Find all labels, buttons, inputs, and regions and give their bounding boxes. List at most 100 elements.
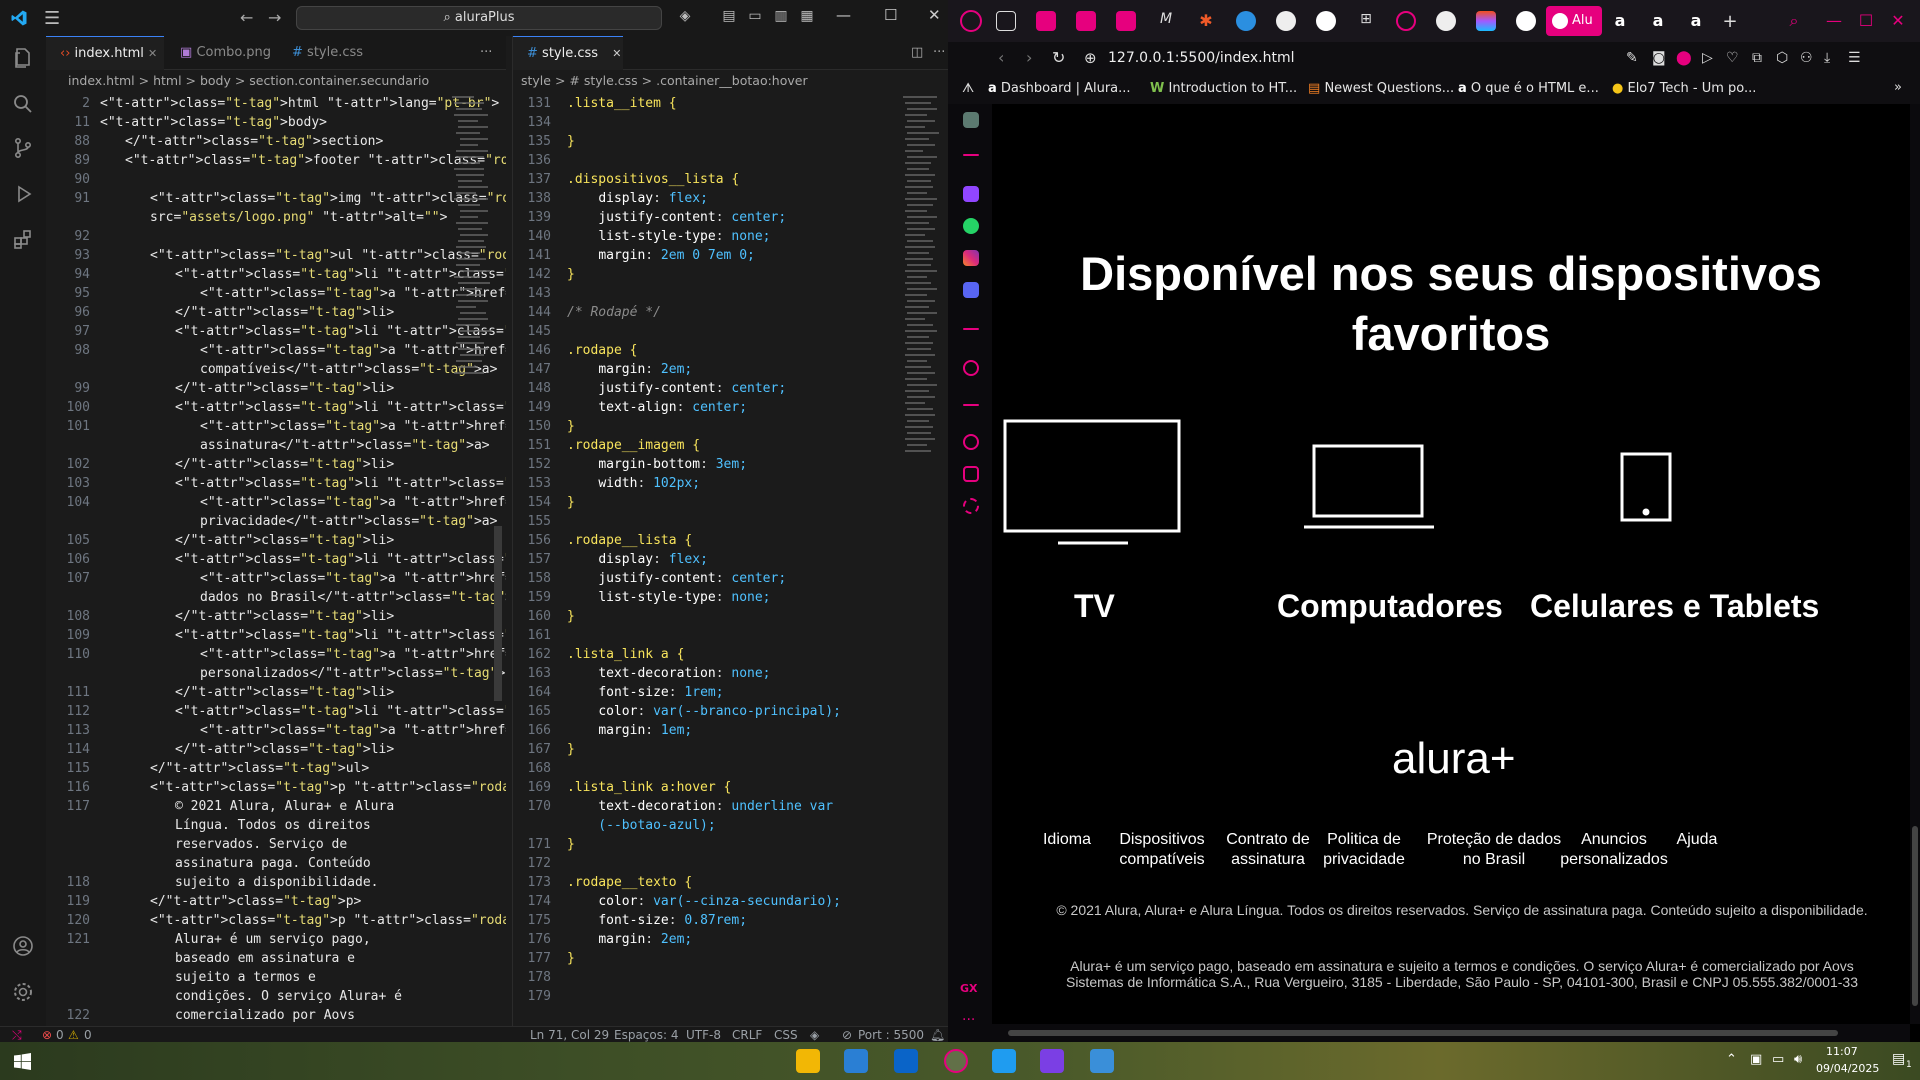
bookmark-item[interactable]: W Introduction to HT... — [1150, 81, 1297, 96]
tab-favicon-icon[interactable] — [1436, 11, 1456, 31]
remote-icon[interactable]: ⤭ — [12, 1027, 22, 1043]
instagram-sidebar-icon[interactable] — [963, 250, 979, 266]
footer-link-dispositivos[interactable]: Dispositivos compatíveis — [1112, 830, 1212, 870]
forward-icon[interactable]: › — [1026, 48, 1032, 67]
heart-icon[interactable]: ♡ — [1726, 50, 1739, 66]
easy-setup-icon[interactable]: ☰ — [1848, 50, 1861, 66]
bookmark-item[interactable]: ● Elo7 Tech - Um po... — [1612, 81, 1756, 96]
tab-style-css-left[interactable]: # style.css — [278, 36, 388, 70]
toggle-secondary-sidebar-icon[interactable]: ▥ — [772, 8, 790, 26]
sidebar-more-icon[interactable]: ··· — [962, 1012, 975, 1028]
reload-icon[interactable]: ↻ — [1052, 48, 1065, 67]
back-icon[interactable]: ‹ — [998, 48, 1004, 67]
tab-favicon-icon[interactable] — [996, 11, 1016, 31]
alura-tab-icon[interactable]: a — [1686, 11, 1706, 31]
forward-arrow-icon[interactable]: → — [268, 8, 281, 27]
back-arrow-icon[interactable]: ← — [240, 8, 253, 27]
encoding[interactable]: UTF-8 — [686, 1027, 721, 1043]
tab-favicon-icon[interactable]: M — [1156, 11, 1176, 31]
site-info-globe-icon[interactable]: ⊕ — [1084, 49, 1097, 67]
run-debug-icon[interactable] — [11, 182, 35, 206]
downloads-icon[interactable]: ⤓ — [1824, 50, 1830, 66]
bookmarks-icon[interactable]: ᗑ — [962, 81, 974, 96]
extensions-cube-icon[interactable]: ⬡ — [1776, 50, 1788, 66]
notifications-bell-icon[interactable]: 🔔︎ — [930, 1027, 945, 1043]
more-actions-icon[interactable]: ··· — [919, 36, 947, 70]
tab-favicon-icon[interactable]: ✱ — [1196, 11, 1216, 31]
vertical-scrollbar[interactable] — [494, 526, 502, 701]
tab-style-css[interactable]: # style.css ✕ — [513, 36, 623, 70]
indentation[interactable]: Espaços: 4 — [614, 1027, 679, 1043]
edit-icon[interactable]: ✎ — [1626, 50, 1638, 66]
youtube-tab-icon[interactable] — [1076, 11, 1096, 31]
bookmark-item[interactable]: a Dashboard | Alura... — [988, 81, 1131, 96]
breadcrumb[interactable]: index.html > html > body > section.conta… — [46, 70, 506, 92]
network-icon[interactable]: ▭ — [1772, 1052, 1784, 1067]
warnings-icon[interactable]: ⚠ — [68, 1027, 79, 1043]
shield-icon[interactable]: ⬤ — [1676, 50, 1692, 66]
clock-date[interactable]: 09/04/2025 — [1816, 1062, 1879, 1075]
google-tab-icon[interactable] — [1316, 11, 1336, 31]
page-vertical-scrollbar[interactable] — [1910, 104, 1920, 1024]
bookmark-item[interactable]: ▤ Newest Questions... — [1308, 81, 1454, 96]
minimap[interactable] — [450, 92, 496, 512]
extensions-icon[interactable] — [11, 228, 35, 252]
split-editor-icon[interactable]: ◫ — [897, 36, 923, 70]
translate-icon[interactable]: ⧉ — [1752, 50, 1762, 66]
more-actions-icon[interactable]: ··· — [466, 36, 496, 70]
toggle-panel-icon[interactable]: ▭ — [746, 8, 764, 26]
line-ending[interactable]: CRLF — [732, 1027, 762, 1043]
scroll-thumb[interactable] — [1912, 826, 1918, 1006]
more-bookmarks-icon[interactable]: » — [1894, 80, 1902, 95]
camera-icon[interactable]: ◙ — [1652, 50, 1666, 66]
outlook-icon[interactable] — [894, 1049, 918, 1073]
google-tab-icon[interactable] — [1516, 11, 1536, 31]
minimap[interactable] — [903, 92, 948, 512]
tab-favicon-icon[interactable] — [1236, 11, 1256, 31]
tab-combo-png[interactable]: ▣ Combo.png — [166, 36, 276, 70]
microsoft-store-icon[interactable] — [844, 1049, 868, 1073]
gx-control-icon[interactable]: GX — [960, 982, 978, 995]
footer-link-ajuda[interactable]: Ajuda — [1662, 830, 1732, 850]
live-server-port[interactable]: Port : 5500 — [858, 1027, 924, 1043]
bookmark-item[interactable]: a O que é o HTML e... — [1458, 81, 1599, 96]
maximize-icon[interactable]: ☐ — [1856, 11, 1876, 31]
footer-link-contrato[interactable]: Contrato de assinatura — [1218, 830, 1318, 870]
app-taskbar-icon[interactable] — [1090, 1049, 1114, 1073]
opera-gx-taskbar-icon[interactable] — [944, 1049, 968, 1073]
copilot-status-icon[interactable]: ◈ — [810, 1027, 819, 1043]
tab-index-html[interactable]: ‹› index.html ✕ — [46, 36, 164, 70]
scroll-thumb[interactable] — [1008, 1030, 1838, 1036]
vscode-taskbar-icon[interactable] — [992, 1049, 1016, 1073]
breadcrumb[interactable]: style > # style.css > .container__botao:… — [513, 70, 948, 92]
toggle-primary-sidebar-icon[interactable]: ▤ — [720, 8, 738, 26]
language-mode[interactable]: CSS — [774, 1027, 798, 1043]
footer-link-anuncios[interactable]: Anuncios personalizados — [1560, 830, 1668, 870]
error-count[interactable]: 0 — [56, 1027, 64, 1043]
file-explorer-icon[interactable] — [796, 1049, 820, 1073]
alura-tab-icon[interactable]: a — [1648, 11, 1668, 31]
new-tab-icon[interactable]: + — [1720, 11, 1740, 32]
send-icon[interactable]: ▷ — [1702, 50, 1713, 66]
copilot-icon[interactable]: ◈ — [676, 8, 694, 26]
errors-icon[interactable]: ⊗ — [42, 1027, 52, 1043]
minimize-icon[interactable]: — — [836, 6, 851, 24]
windows-start-icon[interactable] — [14, 1053, 31, 1070]
alura-tab-icon[interactable]: a — [1610, 11, 1630, 31]
customize-layout-icon[interactable]: ▦ — [798, 8, 816, 26]
page-horizontal-scrollbar[interactable] — [992, 1024, 1910, 1042]
volume-icon[interactable]: 🔊︎ — [1794, 1052, 1802, 1067]
live-server-icon[interactable]: ⊘ — [842, 1027, 852, 1043]
search-icon[interactable] — [11, 92, 35, 116]
footer-link-idioma[interactable]: Idioma — [1032, 830, 1102, 850]
player-sidebar-icon[interactable] — [963, 360, 979, 376]
explorer-icon[interactable] — [11, 46, 35, 70]
opera-tab-icon[interactable] — [1396, 11, 1416, 31]
command-center-search[interactable]: ⌕ aluraPlus — [296, 6, 662, 30]
footer-link-protecao[interactable]: Proteção de dados no Brasil — [1424, 830, 1564, 870]
close-icon[interactable]: ✕ — [928, 6, 941, 24]
minimize-icon[interactable]: — — [1824, 11, 1844, 31]
show-hidden-icons-icon[interactable]: ⌃ — [1726, 1052, 1737, 1067]
history-sidebar-icon[interactable] — [963, 434, 979, 450]
chatgpt-sidebar-icon[interactable] — [963, 112, 979, 128]
